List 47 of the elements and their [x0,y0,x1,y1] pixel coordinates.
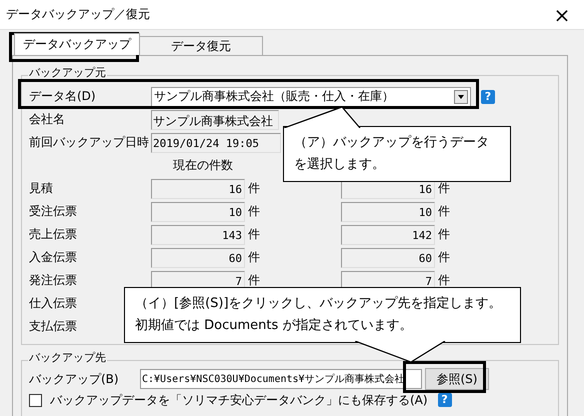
close-button[interactable]: × [540,0,584,30]
count-field: 60 [341,248,435,268]
unit-label: 件 [437,180,451,197]
group-title: バックアップ元 [28,66,107,79]
unit-label: 件 [247,249,261,266]
row-label: 入金伝票 [29,250,77,264]
checkbox[interactable] [29,394,42,406]
backup-path-field[interactable]: C:¥Users¥NSC030U¥Documents¥サンプル商事株式会社 [140,369,422,389]
row-label: 受注伝票 [29,204,77,218]
field-label: バックアップ(B) [29,372,119,386]
unit-label: 件 [247,180,261,197]
callout-text: 初期値では Documents が指定されています。 [135,317,414,335]
help-icon[interactable]: ? [438,393,452,407]
tab[interactable]: データバックアップ [14,33,140,55]
browse-button[interactable]: 参照(S) [425,368,489,390]
unit-label: 件 [437,272,451,289]
window-title: データバックアップ／復元 [6,6,150,23]
unit-label: 件 [437,226,451,243]
count-field: 10 [341,202,435,222]
count-field: 10 [151,202,245,222]
help-icon[interactable]: ? [481,90,495,104]
group-title: バックアップ先 [28,351,107,364]
unit-label: 件 [437,203,451,220]
checkbox-label: バックアップデータを「ソリマチ安心データバンク」にも保存する(A) [50,392,428,408]
field-label: 会社名 [29,112,65,126]
unit-label: 件 [437,249,451,266]
unit-label: 件 [247,226,261,243]
unit-label: 件 [247,272,261,289]
field-label: 前回バックアップ日時 [29,135,149,149]
field-label: データ名(D) [29,89,96,103]
callout-text: を選択します。 [294,156,386,174]
row-label: 売上伝票 [29,227,77,241]
column-header: 現在の件数 [173,157,233,174]
row-label: 仕入伝票 [29,296,77,310]
last-backup-field: 2019/01/24 19:05 [151,132,281,152]
count-field: 142 [341,224,435,244]
count-field: 60 [151,248,245,268]
company-name-field: サンプル商事株式会社 [151,110,279,130]
callout-text: （イ）[参照(S)]をクリックし、バックアップ先を指定します。 [135,295,503,313]
callout-text: （ア）バックアップを行うデータ [294,134,490,152]
row-label: 支払伝票 [29,319,77,333]
row-label: 見積 [29,181,53,195]
row-label: 発注伝票 [29,273,77,287]
tab[interactable]: データ復元 [139,36,263,55]
count-field: 16 [151,178,245,198]
count-field: 143 [151,224,245,244]
unit-label: 件 [247,203,261,220]
